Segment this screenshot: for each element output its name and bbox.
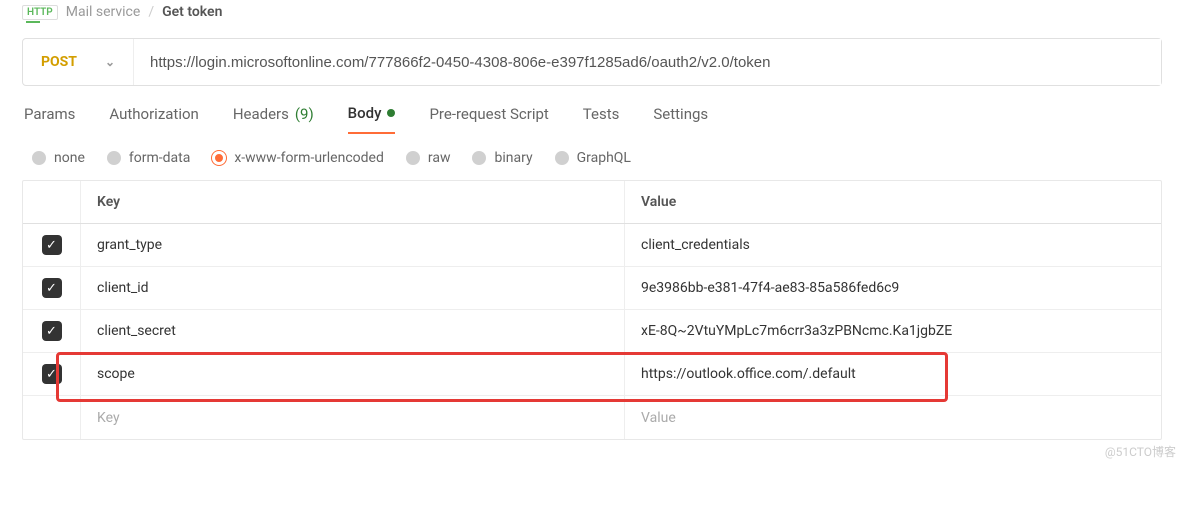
cell-value[interactable]: client_credentials [625, 224, 1161, 266]
radio-icon [555, 151, 569, 165]
cell-key[interactable]: client_id [81, 267, 625, 309]
body-type-radios: none form-data x-www-form-urlencoded raw… [22, 134, 1162, 180]
tab-headers-count: (9) [295, 105, 314, 123]
url-input[interactable] [134, 39, 1161, 85]
table-row: ✓ client_id 9e3986bb-e381-47f4-ae83-85a5… [23, 267, 1161, 310]
header-value: Value [625, 181, 1161, 223]
request-bar: POST ⌄ [22, 38, 1162, 86]
row-checkbox[interactable]: ✓ [42, 235, 62, 255]
row-checkbox[interactable]: ✓ [42, 321, 62, 341]
radio-icon [212, 151, 226, 165]
breadcrumb-separator: / [148, 4, 154, 20]
request-tabs: Params Authorization Headers (9) Body Pr… [22, 86, 1162, 134]
radio-urlencoded[interactable]: x-www-form-urlencoded [212, 150, 384, 166]
http-badge-icon: HTTP [22, 5, 58, 20]
tab-body-label: Body [348, 104, 382, 122]
table-row-empty: Key Value [23, 396, 1161, 439]
cell-key-placeholder[interactable]: Key [81, 396, 625, 439]
method-label: POST [41, 54, 77, 70]
tab-params[interactable]: Params [24, 104, 75, 134]
tab-headers[interactable]: Headers (9) [233, 104, 314, 134]
row-checkbox[interactable]: ✓ [42, 278, 62, 298]
table-header-row: Key Value [23, 181, 1161, 224]
table-row: ✓ scope https://outlook.office.com/.defa… [23, 353, 1161, 396]
tab-authorization[interactable]: Authorization [109, 104, 198, 134]
breadcrumb-parent[interactable]: Mail service [66, 4, 141, 20]
radio-icon [472, 151, 486, 165]
row-checkbox[interactable]: ✓ [42, 364, 62, 384]
header-key: Key [81, 181, 625, 223]
radio-raw[interactable]: raw [406, 150, 451, 166]
chevron-down-icon: ⌄ [105, 55, 115, 69]
radio-binary[interactable]: binary [472, 150, 532, 166]
method-select[interactable]: POST ⌄ [23, 39, 134, 85]
breadcrumb: HTTP Mail service / Get token [22, 0, 1162, 38]
radio-icon [107, 151, 121, 165]
tab-body[interactable]: Body [348, 104, 396, 134]
cell-value-placeholder[interactable]: Value [625, 396, 1161, 439]
radio-icon [406, 151, 420, 165]
cell-value[interactable]: 9e3986bb-e381-47f4-ae83-85a586fed6c9 [625, 267, 1161, 309]
table-row: ✓ grant_type client_credentials [23, 224, 1161, 267]
table-row: ✓ client_secret xE-8Q~2VtuYMpLc7m6crr3a3… [23, 310, 1161, 353]
cell-key[interactable]: scope [81, 353, 625, 395]
tab-headers-label: Headers [233, 105, 289, 123]
tab-settings[interactable]: Settings [653, 104, 708, 134]
radio-graphql[interactable]: GraphQL [555, 150, 631, 166]
form-params-table: Key Value ✓ grant_type client_credential… [22, 180, 1162, 440]
tab-tests[interactable]: Tests [583, 104, 620, 134]
cell-key[interactable]: grant_type [81, 224, 625, 266]
radio-formdata[interactable]: form-data [107, 150, 190, 166]
cell-key[interactable]: client_secret [81, 310, 625, 352]
tab-prerequest[interactable]: Pre-request Script [429, 104, 548, 134]
watermark: @51CTO博客 [1105, 443, 1176, 460]
cell-value[interactable]: https://outlook.office.com/.default [625, 353, 1161, 395]
radio-none[interactable]: none [32, 150, 85, 166]
body-active-dot-icon [387, 109, 395, 117]
cell-value[interactable]: xE-8Q~2VtuYMpLc7m6crr3a3zPBNcmc.Ka1jgbZE [625, 310, 1161, 352]
breadcrumb-current: Get token [162, 4, 222, 20]
radio-icon [32, 151, 46, 165]
